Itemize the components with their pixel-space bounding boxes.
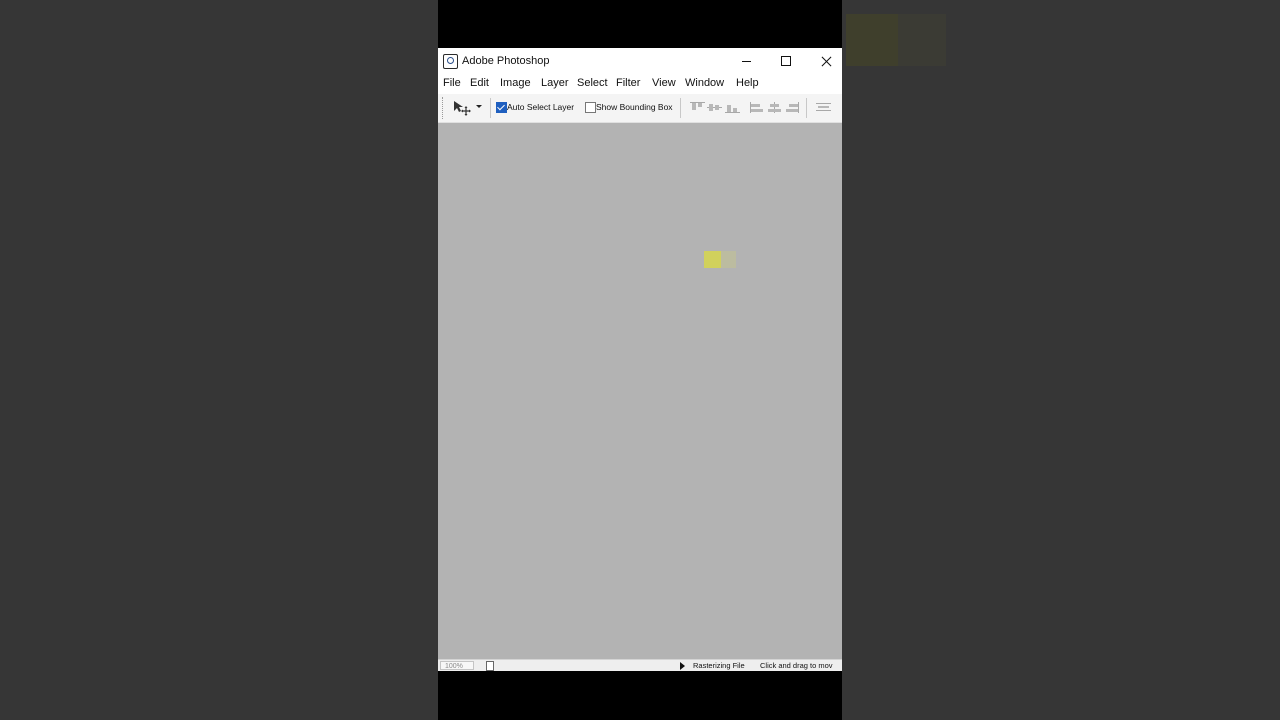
auto-select-layer-label: Auto Select Layer <box>507 102 575 112</box>
menu-layer[interactable]: Layer <box>541 77 569 89</box>
document-info-icon[interactable] <box>486 661 494 671</box>
align-top-edges-icon[interactable] <box>690 102 705 113</box>
progress-label: Rasterizing File <box>693 661 745 670</box>
workspace-canvas[interactable] <box>438 123 842 659</box>
show-bounding-box-checkbox[interactable] <box>585 102 596 113</box>
close-button[interactable] <box>806 48 842 74</box>
background-ghost-block <box>898 14 946 66</box>
title-bar[interactable]: Adobe Photoshop <box>438 48 842 74</box>
show-bounding-box-label: Show Bounding Box <box>596 102 673 112</box>
distribute-icon[interactable] <box>816 102 831 113</box>
align-vertical-centers-icon[interactable] <box>707 102 722 113</box>
minimize-button[interactable] <box>726 48 766 74</box>
color-swatch <box>704 251 721 268</box>
align-left-edges-icon[interactable] <box>749 102 764 113</box>
options-separator <box>490 98 491 118</box>
menu-bar: File Edit Image Layer Select Filter View… <box>438 74 842 94</box>
status-bar: 100% Rasterizing File Click and drag to … <box>438 659 842 671</box>
options-separator <box>806 98 807 118</box>
auto-select-layer-checkbox[interactable] <box>496 102 507 113</box>
window-title: Adobe Photoshop <box>462 55 550 67</box>
maximize-button[interactable] <box>766 48 806 74</box>
photoshop-window: Adobe Photoshop File Edit Image Layer Se… <box>438 48 842 671</box>
align-bottom-edges-icon[interactable] <box>725 102 740 113</box>
color-swatch <box>721 251 736 268</box>
options-bar: Auto Select Layer Show Bounding Box <box>438 94 842 123</box>
zoom-level-field[interactable]: 100% <box>440 661 474 670</box>
status-menu-arrow-icon[interactable] <box>680 662 685 670</box>
menu-view[interactable]: View <box>652 77 676 89</box>
menu-select[interactable]: Select <box>577 77 608 89</box>
options-bar-grip[interactable] <box>442 97 445 119</box>
menu-file[interactable]: File <box>443 77 461 89</box>
tool-preset-dropdown-arrow-icon[interactable] <box>476 105 482 108</box>
align-right-edges-icon[interactable] <box>785 102 800 113</box>
menu-filter[interactable]: Filter <box>616 77 640 89</box>
align-horizontal-centers-icon[interactable] <box>767 102 782 113</box>
photoshop-app-icon[interactable] <box>443 54 458 69</box>
tool-hint-text: Click and drag to mov <box>760 661 833 670</box>
options-separator <box>680 98 681 118</box>
close-icon <box>821 56 832 67</box>
background-ghost-block <box>846 14 898 66</box>
bottom-black-bar <box>438 671 842 720</box>
maximize-icon <box>781 56 791 66</box>
menu-edit[interactable]: Edit <box>470 77 489 89</box>
minimize-icon <box>741 60 751 62</box>
menu-window[interactable]: Window <box>685 77 724 89</box>
menu-image[interactable]: Image <box>500 77 531 89</box>
move-tool-icon[interactable] <box>453 100 475 116</box>
top-black-bar <box>438 0 842 48</box>
menu-help[interactable]: Help <box>736 77 759 89</box>
